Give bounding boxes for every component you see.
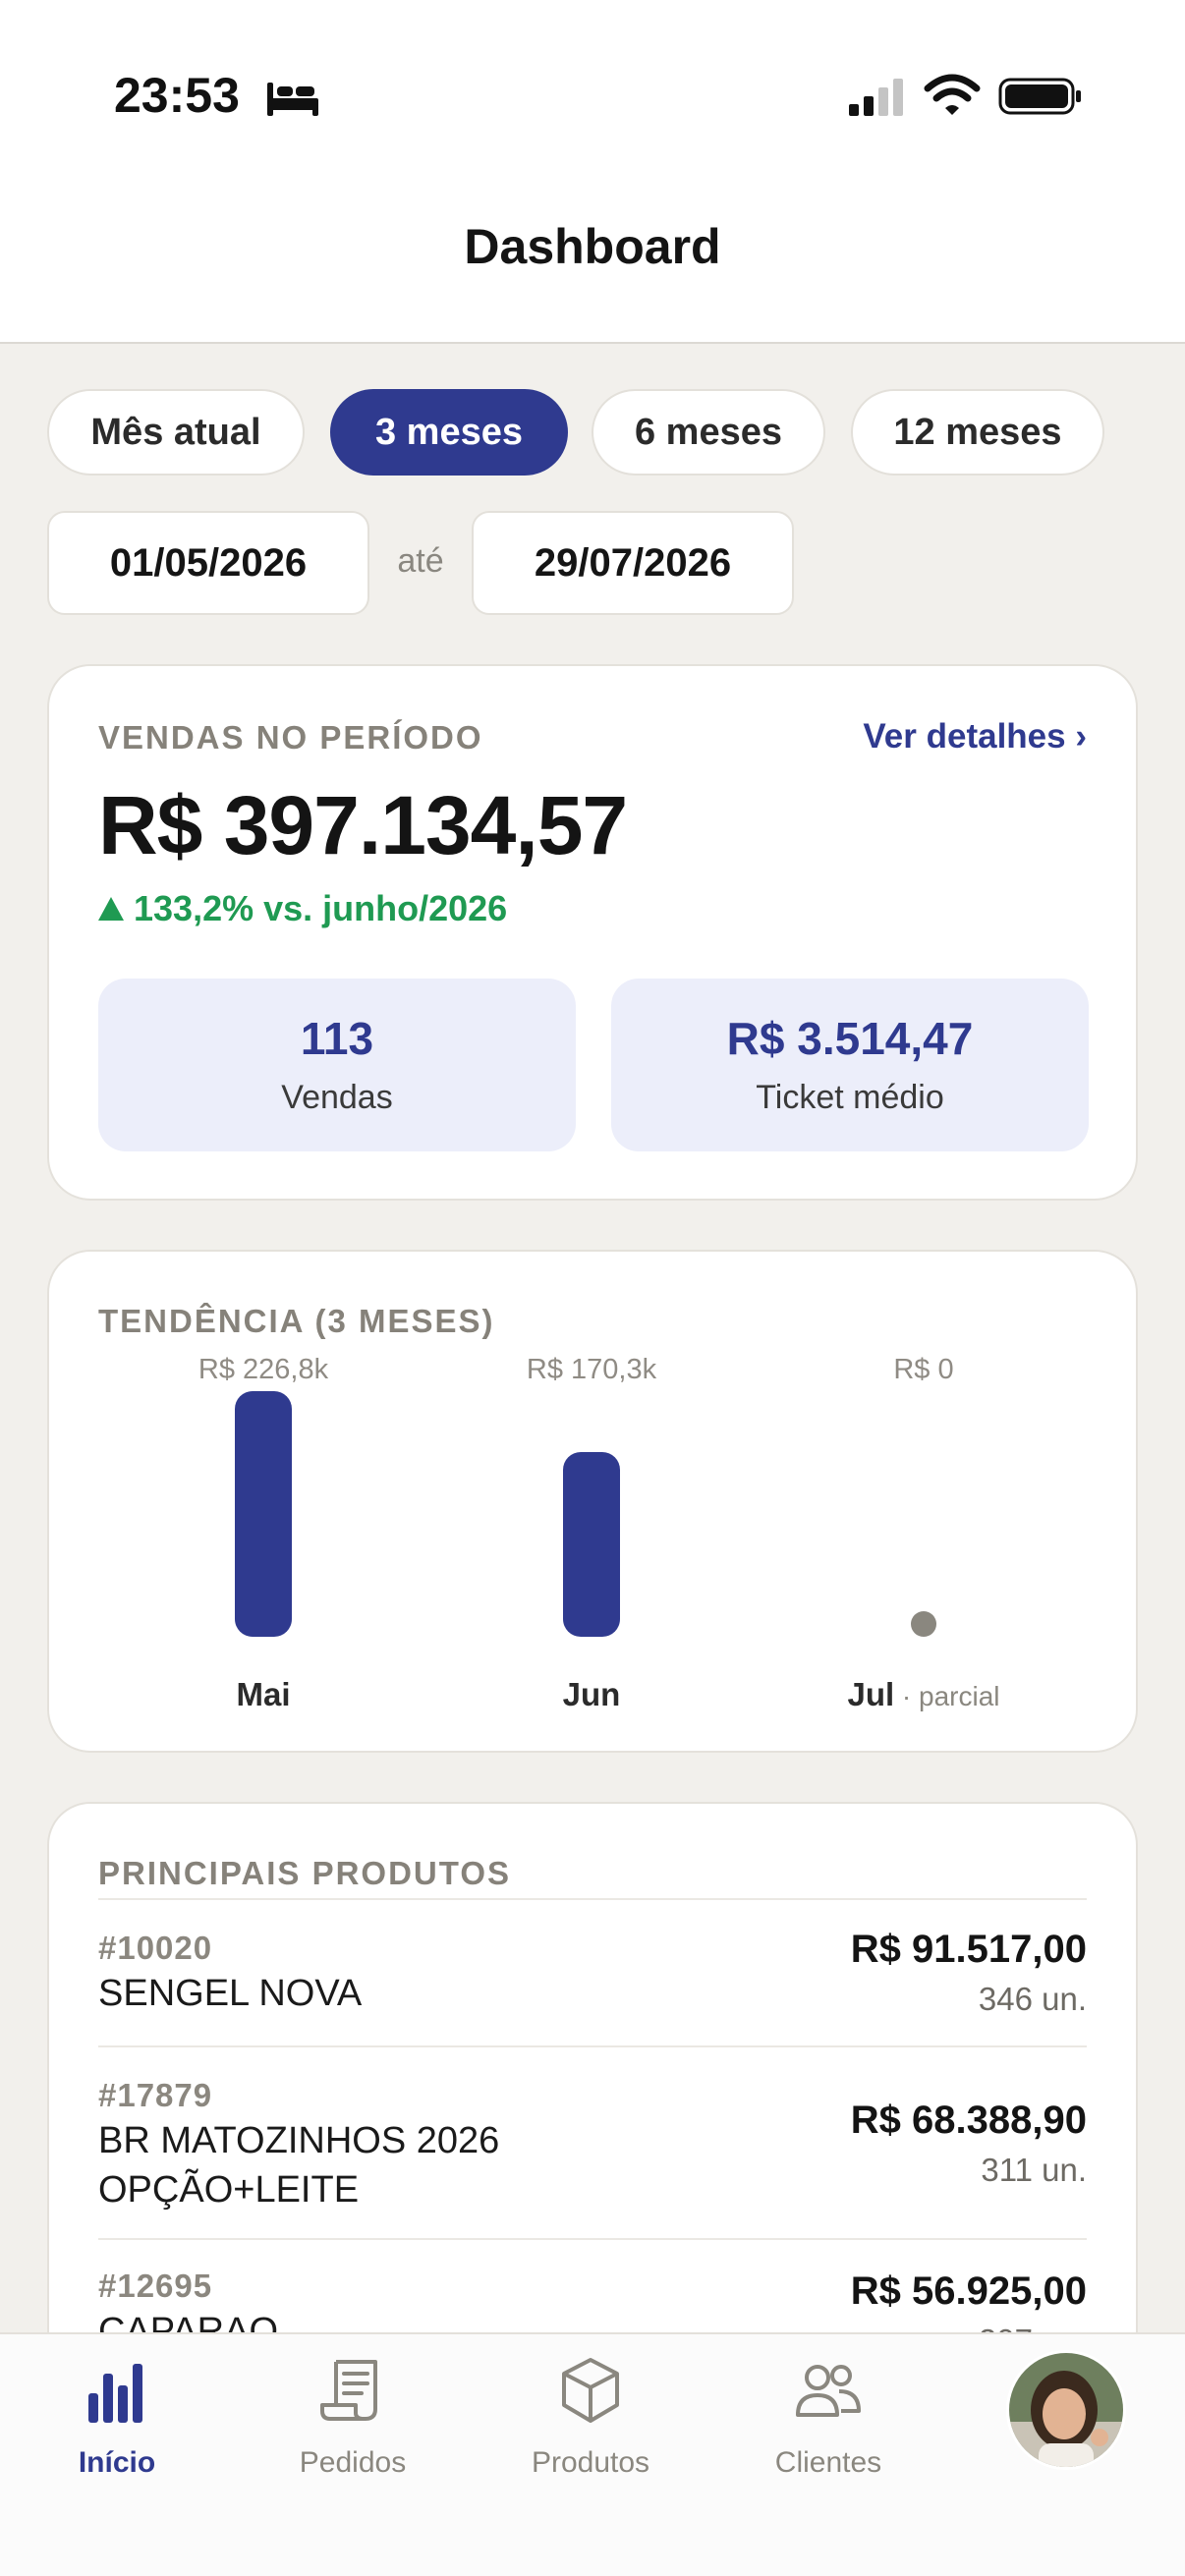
dashboard-screen: 23:53 Dashboard Mês atual 3 meses 6 mese… bbox=[0, 0, 1185, 2576]
product-code: #10020 bbox=[98, 1930, 213, 1966]
tab-bar: Início Pedidos Produtos Clientes bbox=[0, 2332, 1185, 2576]
tab-produtos[interactable]: Produtos bbox=[497, 2354, 684, 2501]
trend-bar[interactable] bbox=[563, 1452, 620, 1637]
bed-icon bbox=[267, 83, 318, 116]
cellular-signal-icon bbox=[849, 79, 903, 116]
month-label: Mai bbox=[155, 1676, 371, 1713]
wifi-icon bbox=[924, 74, 981, 115]
battery-icon bbox=[998, 78, 1081, 115]
tab-clientes[interactable]: Clientes bbox=[735, 2354, 922, 2501]
bar-value-label: R$ 0 bbox=[893, 1354, 954, 1385]
sales-count-label: Vendas bbox=[281, 1079, 393, 1116]
partial-note: · parcial bbox=[894, 1681, 1000, 1711]
trend-zero-point bbox=[911, 1611, 936, 1637]
divider bbox=[98, 1898, 1087, 1900]
average-ticket-box: R$ 3.514,47 Ticket médio bbox=[611, 979, 1089, 1151]
tab-pedidos-label: Pedidos bbox=[299, 2446, 407, 2479]
header: 23:53 Dashboard bbox=[0, 0, 1185, 344]
divider bbox=[98, 2045, 1087, 2047]
product-code: #17879 bbox=[98, 2077, 213, 2113]
trend-section-label: TENDÊNCIA (3 MESES) bbox=[98, 1303, 495, 1339]
page-title: Dashboard bbox=[464, 219, 721, 274]
bar-value-label: R$ 226,8k bbox=[198, 1354, 329, 1385]
trend-card: TENDÊNCIA (3 MESES) R$ 226,8k Mai R$ 170,3… bbox=[47, 1250, 1138, 1753]
bar-value-label: R$ 170,3k bbox=[526, 1354, 657, 1385]
product-quantity: 346 un. bbox=[978, 1981, 1087, 2017]
sales-growth-indicator: 133,2% vs. junho/2026 bbox=[98, 888, 507, 929]
profile-avatar[interactable] bbox=[1006, 2350, 1126, 2470]
users-icon bbox=[796, 2365, 861, 2417]
product-revenue: R$ 91.517,00 bbox=[850, 1928, 1087, 1971]
bar-chart-icon bbox=[88, 2364, 142, 2423]
profile-photo bbox=[1009, 2353, 1123, 2467]
period-chip-6-months[interactable]: 6 meses bbox=[592, 389, 825, 476]
period-chip-current-month[interactable]: Mês atual bbox=[47, 389, 305, 476]
average-ticket-value: R$ 3.514,47 bbox=[726, 1013, 974, 1064]
arrow-up-icon bbox=[98, 897, 124, 921]
sales-growth-text: 133,2% vs. junho/2026 bbox=[134, 888, 508, 928]
see-details-link[interactable]: Ver detalhes › bbox=[863, 717, 1087, 756]
date-range-separator: até bbox=[397, 542, 444, 580]
sales-count-box: 113 Vendas bbox=[98, 979, 576, 1151]
product-quantity: 311 un. bbox=[981, 2152, 1087, 2188]
tab-clientes-label: Clientes bbox=[774, 2446, 882, 2479]
product-revenue: R$ 68.388,90 bbox=[850, 2099, 1087, 2142]
month-name: Jul bbox=[847, 1676, 895, 1712]
sales-count-value: 113 bbox=[300, 1013, 374, 1064]
tab-inicio[interactable]: Início bbox=[24, 2354, 210, 2501]
receipt-icon bbox=[320, 2360, 377, 2421]
period-chip-3-months[interactable]: 3 meses bbox=[330, 389, 568, 476]
end-date-field[interactable]: 29/07/2026 bbox=[472, 511, 794, 615]
products-section-label: PRINCIPAIS PRODUTOS bbox=[98, 1855, 511, 1891]
trend-bar[interactable] bbox=[235, 1391, 292, 1637]
tab-inicio-label: Início bbox=[78, 2446, 156, 2479]
sales-total: R$ 397.134,57 bbox=[98, 779, 628, 871]
month-label: Jul · parcial bbox=[816, 1676, 1032, 1713]
product-name: BR MATOZINHOS 2026 OPÇÃO+LEITE bbox=[98, 2120, 500, 2211]
product-name: SENGEL NOVA bbox=[98, 1973, 363, 2014]
month-name: Mai bbox=[236, 1676, 291, 1712]
month-label: Jun bbox=[483, 1676, 700, 1713]
sales-summary-card: VENDAS NO PERÍODO Ver detalhes › R$ 397.… bbox=[47, 664, 1138, 1201]
tab-produtos-label: Produtos bbox=[531, 2446, 650, 2479]
divider bbox=[98, 2238, 1087, 2240]
sales-section-label: VENDAS NO PERÍODO bbox=[98, 719, 483, 756]
tab-pedidos[interactable]: Pedidos bbox=[259, 2354, 446, 2501]
period-chip-12-months[interactable]: 12 meses bbox=[851, 389, 1104, 476]
product-code: #12695 bbox=[98, 2268, 213, 2304]
product-revenue: R$ 56.925,00 bbox=[850, 2269, 1087, 2313]
average-ticket-label: Ticket médio bbox=[756, 1079, 944, 1116]
status-time: 23:53 bbox=[114, 68, 240, 123]
month-name: Jun bbox=[562, 1676, 621, 1712]
box-icon bbox=[562, 2358, 619, 2423]
start-date-field[interactable]: 01/05/2026 bbox=[47, 511, 369, 615]
